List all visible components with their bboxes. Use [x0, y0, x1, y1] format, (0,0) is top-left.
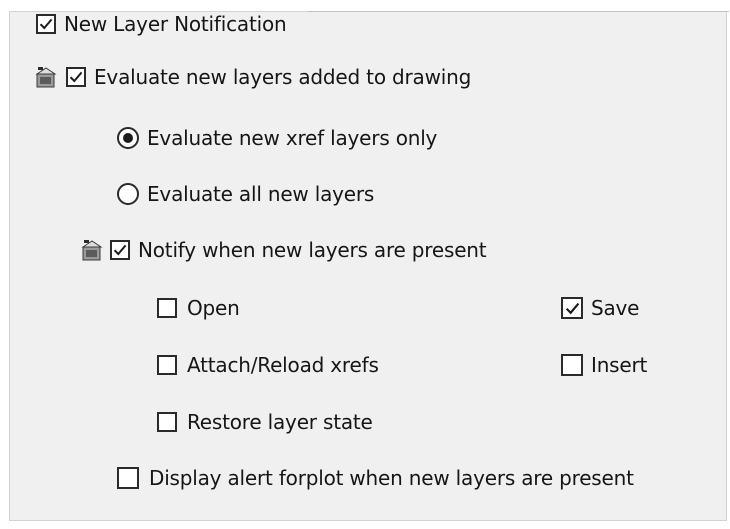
notify-save-checkbox[interactable] — [561, 297, 583, 319]
notify-insert-option[interactable]: Insert — [561, 353, 647, 377]
radio-selected-dot — [123, 133, 133, 143]
notify-open-label: Open — [187, 296, 240, 320]
evaluate-xref-layers-only-option[interactable]: Evaluate new xref layers only — [117, 126, 437, 150]
notify-save-label: Save — [591, 296, 640, 320]
new-layer-notification-checkbox[interactable] — [36, 14, 56, 34]
display-alert-for-plot-option[interactable]: Display alert forplot when new layers ar… — [117, 466, 634, 490]
notify-insert-checkbox[interactable] — [561, 354, 583, 376]
notify-new-layers-checkbox[interactable] — [110, 240, 130, 260]
notify-save-option[interactable]: Save — [561, 296, 639, 320]
notify-open-option[interactable]: Open — [157, 296, 240, 320]
new-layer-notification-label: New Layer Notification — [64, 12, 287, 36]
display-alert-for-plot-checkbox[interactable] — [117, 467, 139, 489]
checkmark-icon — [565, 302, 579, 314]
layer-state-icon — [81, 240, 103, 261]
notify-restore-layer-state-label: Restore layer state — [187, 410, 373, 434]
evaluate-new-layers-checkbox[interactable] — [66, 67, 86, 87]
evaluate-new-layers-label: Evaluate new layers added to drawing — [94, 65, 472, 89]
checkmark-icon — [69, 71, 83, 83]
checkmark-icon — [39, 18, 53, 30]
evaluate-xref-layers-only-label: Evaluate new xref layers only — [147, 126, 438, 150]
group-divider-line — [308, 11, 729, 12]
notify-attach-reload-xrefs-option[interactable]: Attach/Reload xrefs — [157, 353, 379, 377]
checkmark-icon — [113, 244, 127, 256]
notify-insert-label: Insert — [591, 353, 648, 377]
notify-open-checkbox[interactable] — [157, 298, 177, 318]
notify-attach-reload-xrefs-checkbox[interactable] — [157, 355, 177, 375]
evaluate-new-layers-row[interactable]: Evaluate new layers added to drawing — [34, 65, 471, 89]
layer-state-icon — [35, 67, 57, 88]
notify-new-layers-label: Notify when new layers are present — [138, 238, 487, 262]
evaluate-all-new-layers-label: Evaluate all new layers — [147, 182, 375, 206]
new-layer-notification-row[interactable]: New Layer Notification — [36, 12, 287, 36]
notify-attach-reload-xrefs-label: Attach/Reload xrefs — [187, 353, 379, 377]
evaluate-xref-layers-only-radio[interactable] — [117, 127, 139, 149]
notify-restore-layer-state-checkbox[interactable] — [157, 412, 177, 432]
notify-restore-layer-state-option[interactable]: Restore layer state — [157, 410, 373, 434]
notify-new-layers-row[interactable]: Notify when new layers are present — [80, 238, 487, 262]
evaluate-all-new-layers-radio[interactable] — [117, 183, 139, 205]
evaluate-all-new-layers-option[interactable]: Evaluate all new layers — [117, 182, 374, 206]
display-alert-for-plot-label: Display alert forplot when new layers ar… — [149, 466, 634, 490]
